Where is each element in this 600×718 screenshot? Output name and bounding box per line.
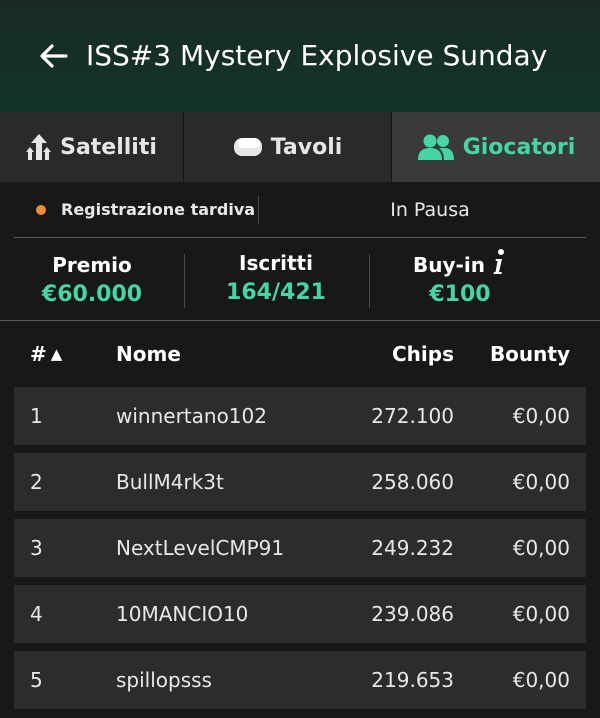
status-dot: [36, 205, 46, 215]
stat-buyin: Buy-in €100: [380, 248, 540, 310]
premio-value: €60.000: [41, 282, 143, 307]
row-player-name: BullM4rk3t: [116, 470, 224, 494]
tab-giocatori[interactable]: Giocatori: [392, 112, 600, 182]
players-table: 1 winnertano102 272.100 €0,00 2 BullM4rk…: [14, 387, 586, 717]
row-bounty: €0,00: [512, 404, 570, 428]
buyin-value: €100: [429, 282, 491, 307]
row-rank: 4: [30, 602, 43, 626]
buyin-row: Buy-in: [380, 248, 540, 280]
page-title: ISS#3 Mystery Explosive Sunday: [86, 39, 548, 72]
premio-label: Premio: [52, 253, 132, 277]
row-chips: 239.086: [371, 602, 454, 626]
row-player-name: NextLevelCMP91: [116, 536, 285, 560]
row-rank: 3: [30, 536, 43, 560]
app-header: ISS#3 Mystery Explosive Sunday: [0, 0, 600, 112]
status-label: Registrazione tardiva: [61, 200, 256, 219]
row-bounty: €0,00: [512, 536, 570, 560]
row-player-name: 10MANCIO10: [116, 602, 249, 626]
status-divider: [258, 196, 259, 224]
column-nome[interactable]: Nome: [116, 341, 181, 367]
row-player-name: winnertano102: [116, 404, 267, 428]
table-row[interactable]: 5 spillopsss 219.653 €0,00: [14, 651, 586, 709]
tab-tavoli-label: Tavoli: [270, 134, 343, 160]
table-header: # ▲ Nome Chips Bounty: [0, 321, 600, 387]
tab-satelliti[interactable]: Satelliti: [0, 112, 184, 182]
iscritti-label: Iscritti: [239, 251, 313, 275]
tab-giocatori-label: Giocatori: [462, 134, 576, 160]
column-chips[interactable]: Chips: [330, 341, 454, 367]
back-arrow-icon[interactable]: [36, 38, 72, 74]
buyin-label: Buy-in: [413, 253, 485, 277]
tab-bar: Satelliti Tavoli Giocatori: [0, 112, 600, 182]
satellite-arrows-icon: [26, 134, 52, 160]
table-icon: [233, 138, 262, 156]
tab-satelliti-label: Satelliti: [60, 134, 157, 160]
column-bounty[interactable]: Bounty: [470, 341, 570, 367]
row-rank: 5: [30, 668, 43, 692]
stats-separator: [184, 254, 185, 308]
iscritti-value: 164/421: [226, 280, 326, 305]
info-icon[interactable]: [491, 248, 507, 276]
column-rank[interactable]: # ▲: [30, 341, 62, 367]
tournament-stats: Premio €60.000 Iscritti 164/421 Buy-in €…: [0, 238, 600, 320]
row-chips: 258.060: [371, 470, 454, 494]
registration-status: Registrazione tardiva In Pausa: [0, 182, 600, 238]
table-row[interactable]: 2 BullM4rk3t 258.060 €0,00: [14, 453, 586, 511]
table-row[interactable]: 3 NextLevelCMP91 249.232 €0,00: [14, 519, 586, 577]
table-row[interactable]: 1 winnertano102 272.100 €0,00: [14, 387, 586, 445]
table-row[interactable]: 4 10MANCIO10 239.086 €0,00: [14, 585, 586, 643]
players-icon: [417, 134, 454, 160]
stats-separator: [369, 254, 370, 308]
row-rank: 2: [30, 470, 43, 494]
column-rank-label: #: [30, 342, 47, 366]
row-rank: 1: [30, 404, 43, 428]
row-chips: 272.100: [371, 404, 454, 428]
stat-iscritti: Iscritti 164/421: [196, 248, 356, 308]
row-bounty: €0,00: [512, 602, 570, 626]
status-value: In Pausa: [390, 199, 470, 221]
row-chips: 249.232: [371, 536, 454, 560]
sort-ascending-icon: ▲: [50, 345, 63, 363]
stat-premio: Premio €60.000: [22, 250, 162, 310]
row-player-name: spillopsss: [116, 668, 212, 692]
tab-tavoli[interactable]: Tavoli: [184, 112, 392, 182]
row-bounty: €0,00: [512, 668, 570, 692]
row-bounty: €0,00: [512, 470, 570, 494]
row-chips: 219.653: [371, 668, 454, 692]
